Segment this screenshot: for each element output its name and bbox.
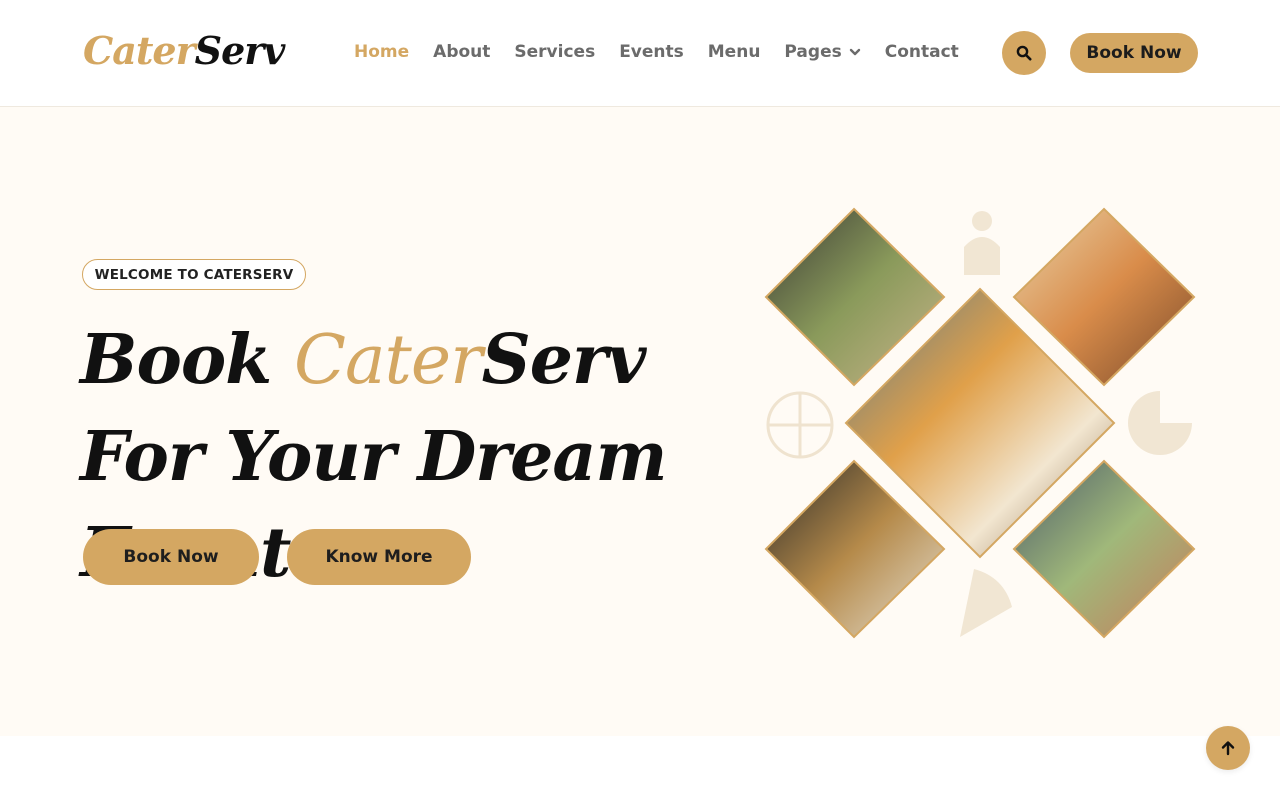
nav-item-contact[interactable]: Contact (885, 42, 959, 62)
nav-item-pages-label: Pages (784, 42, 842, 62)
headline-highlight: Cater (293, 321, 483, 400)
hero-food-collage (764, 207, 1196, 639)
chef-decoration-icon (964, 211, 1000, 275)
arrow-up-icon (1221, 741, 1235, 756)
nav-item-home[interactable]: Home (354, 42, 409, 62)
book-now-nav-button[interactable]: Book Now (1070, 33, 1198, 73)
logo-part-serv: Serv (194, 28, 286, 73)
main-nav: Home About Services Events Menu Pages Co… (354, 40, 983, 64)
nav-item-pages[interactable]: Pages (784, 42, 860, 62)
nav-item-menu[interactable]: Menu (708, 42, 761, 62)
pizza-decoration-icon (766, 391, 834, 459)
nav-item-about[interactable]: About (433, 42, 490, 62)
headline-part-1: Book (80, 320, 294, 400)
nav-item-services[interactable]: Services (514, 42, 595, 62)
search-icon (1016, 45, 1032, 61)
welcome-badge: WELCOME TO CATERSERV (82, 259, 306, 290)
scroll-to-top-button[interactable] (1206, 726, 1250, 770)
hero-section: WELCOME TO CATERSERV Book CaterServ For … (0, 107, 1280, 736)
nav-item-events[interactable]: Events (619, 42, 684, 62)
brand-logo[interactable]: CaterServ (83, 26, 286, 76)
top-navbar: CaterServ Home About Services Events Men… (0, 0, 1280, 107)
pizza-slice-decoration-icon (960, 569, 1012, 637)
know-more-button[interactable]: Know More (287, 529, 471, 585)
pie-decoration-icon (1128, 391, 1192, 455)
book-now-button[interactable]: Book Now (83, 529, 259, 585)
search-button[interactable] (1002, 31, 1046, 75)
logo-part-cater: Cater (83, 28, 196, 73)
chevron-down-icon (849, 48, 860, 56)
